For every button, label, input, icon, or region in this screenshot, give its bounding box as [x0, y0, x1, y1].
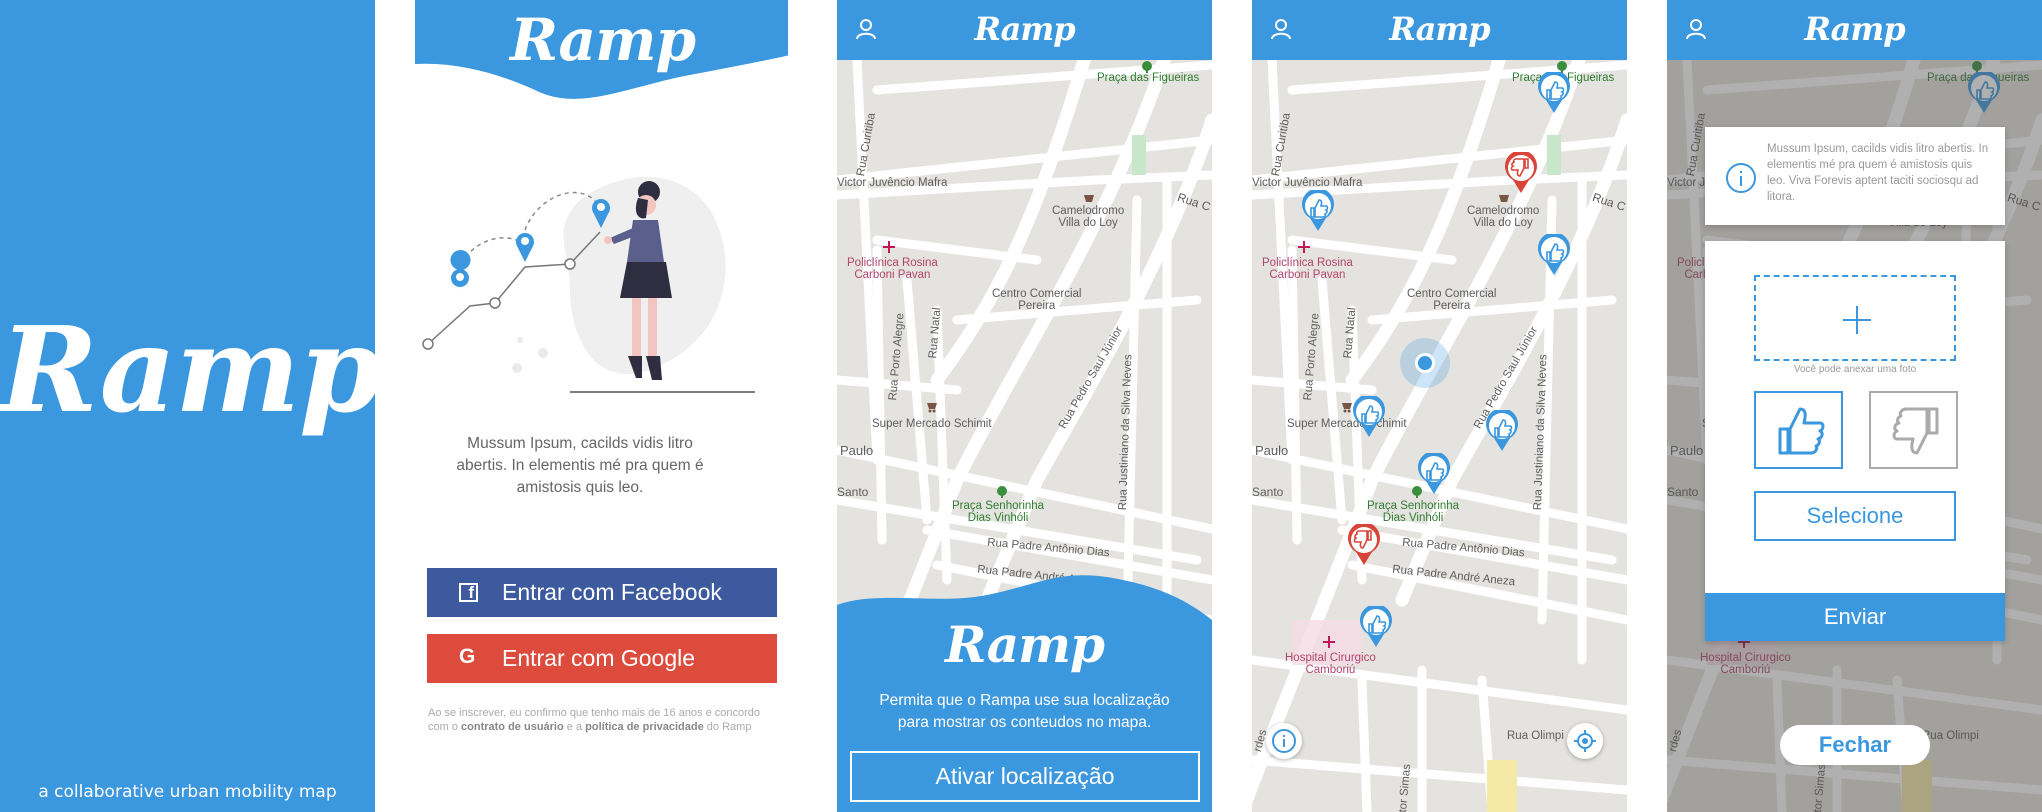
top-bar: Ramp	[1252, 0, 1627, 60]
park-icon	[1142, 61, 1152, 73]
thumbs-up-pin-icon[interactable]	[1417, 453, 1451, 495]
map-label-praca-senhorinha: Praça Senhorinha Dias Vinhóli	[1367, 500, 1460, 524]
thumbs-down-pin-icon[interactable]	[1347, 524, 1381, 566]
attach-hint: Você pode anexar uma foto	[1793, 364, 1917, 375]
thumbs-down-pin-icon[interactable]	[1504, 152, 1538, 194]
terms-link[interactable]: contrato de usuário	[461, 721, 564, 733]
map-label-victor-juvencio: Victor Juvêncio Mafra	[837, 177, 948, 189]
send-label: Enviar	[1823, 604, 1887, 629]
map-label-rua-olimpio: Rua Olimpi	[1507, 730, 1564, 742]
facebook-login-label: Entrar com Facebook	[502, 579, 722, 605]
map-label-policlinica: Policlínica Rosina Carboni Pavan	[847, 257, 938, 281]
info-card: Mussum Ipsum, cacilds vidis litro aberti…	[1705, 127, 2005, 225]
terms-and: e a	[566, 721, 583, 733]
thumbs-down-option[interactable]	[1869, 391, 1958, 469]
hospital-icon	[1298, 241, 1310, 253]
map-label-super-mercado: Super Mercado Schimit	[872, 418, 992, 430]
report-screen: Ramp Praça das Figueiras Rua Curitiba Vi…	[1667, 0, 2042, 812]
map-label-paulo: Paulo	[840, 443, 874, 458]
info-card-text: Mussum Ipsum, cacilds vidis litro aberti…	[1767, 143, 1989, 203]
location-prompt-logo: Ramp	[945, 615, 1105, 674]
crosshair-icon	[1574, 730, 1596, 752]
terms-text: Ao se inscrever, eu confirmo que tenho m…	[428, 706, 783, 734]
thumbs-down-icon	[1892, 407, 1939, 455]
recenter-button[interactable]	[1567, 723, 1603, 759]
map-label-policlinica: Policlínica Rosina Carboni Pavan	[1262, 257, 1353, 281]
map-label-centro-comercial: Centro Comercial Pereira	[992, 288, 1082, 312]
park-icon	[997, 486, 1007, 498]
info-button[interactable]	[1266, 723, 1302, 759]
login-description: Mussum Ipsum, cacilds vidis litro aberti…	[456, 435, 704, 496]
hospital-icon	[883, 241, 895, 253]
login-illustration	[422, 176, 755, 393]
map-label-centro-comercial: Centro Comercial Pereira	[1407, 288, 1497, 312]
map-pins-screen: Ramp Praça Figueiras Rua Curitiba Victor…	[1252, 0, 1627, 812]
thumbs-up-pin-icon[interactable]	[1359, 606, 1393, 648]
location-permission-screen: Ramp Praça das Figueiras Rua Curitiba Vi…	[837, 0, 1212, 812]
shopping-basket-icon	[1084, 195, 1094, 202]
my-location-dot	[1400, 338, 1450, 388]
cart-icon	[927, 403, 937, 413]
hospital-icon	[1323, 636, 1335, 648]
photo-upload-box[interactable]	[1754, 275, 1956, 361]
map-view[interactable]: Praça das Figueiras Rua Curitiba Victor …	[1252, 60, 1627, 812]
thumbs-up-icon	[1778, 407, 1825, 455]
google-login-button[interactable]: G Entrar com Google	[427, 634, 777, 683]
plus-icon	[1843, 306, 1871, 334]
select-label: Selecione	[1806, 503, 1904, 528]
map-label-camelodromo: Camelodromo Villa do Loy	[1467, 205, 1540, 229]
map-label-santo: Santo	[837, 485, 869, 499]
street-grid	[1252, 60, 1627, 812]
thumbs-up-pin-icon[interactable]	[1537, 72, 1571, 114]
login-logo: Ramp	[509, 6, 696, 74]
login-screen: Ramp Mussum Ipsum, cacilds vidis litro a…	[375, 0, 788, 812]
splash-tagline: a collaborative urban mobility map	[38, 782, 337, 802]
topbar-logo: Ramp	[1389, 10, 1490, 48]
thumbs-up-pin-icon[interactable]	[1301, 190, 1335, 232]
topbar-logo: Ramp	[1804, 10, 1905, 48]
enable-location-label: Ativar localização	[935, 763, 1115, 789]
map-label-paulo: Paulo	[1255, 443, 1289, 458]
send-button[interactable]: Enviar	[1705, 593, 2005, 641]
report-card: Você pode anexar uma foto Selecione Envi…	[1705, 241, 2005, 641]
enable-location-button[interactable]: Ativar localização	[850, 751, 1200, 802]
map-label-praca-senhorinha: Praça Senhorinha Dias Vinhóli	[952, 500, 1045, 524]
map-label-victor-juvencio: Victor Juvêncio Mafra	[1252, 177, 1363, 189]
top-bar: Ramp	[1667, 0, 2042, 60]
google-icon: G	[459, 645, 476, 668]
info-icon	[1272, 729, 1296, 753]
privacy-link[interactable]: política de privacidade	[585, 721, 704, 733]
thumbs-up-pin-icon[interactable]	[1352, 396, 1386, 438]
thumbs-up-option[interactable]	[1754, 391, 1843, 469]
splash-screen: Ramp a collaborative urban mobility map	[0, 0, 375, 812]
google-login-label: Entrar com Google	[502, 645, 696, 671]
facebook-login-button[interactable]: f Entrar com Facebook	[427, 568, 777, 617]
close-label: Fechar	[1818, 732, 1892, 757]
facebook-icon: f	[459, 583, 478, 602]
topbar-logo: Ramp	[974, 10, 1075, 48]
map-label-camelodromo: Camelodromo Villa do Loy	[1052, 205, 1125, 229]
top-bar: Ramp	[837, 0, 1212, 60]
splash-logo: Ramp	[0, 300, 375, 439]
map-label-super-mercado: Super Mercado Schimit	[1287, 418, 1407, 430]
thumbs-up-pin-icon[interactable]	[1485, 410, 1519, 452]
terms-suffix: do Ramp	[706, 721, 752, 733]
info-icon	[1726, 163, 1756, 193]
map-label-hospital: Hospital Cirurgico Camboriú	[1285, 652, 1376, 676]
select-button[interactable]: Selecione	[1754, 491, 1956, 541]
location-prompt-message: Permita que o Rampa use sua localização …	[879, 692, 1170, 731]
thumbs-up-pin-icon[interactable]	[1537, 234, 1571, 276]
map-label-santo: Santo	[1252, 485, 1284, 499]
close-button[interactable]: Fechar	[1780, 725, 1930, 765]
